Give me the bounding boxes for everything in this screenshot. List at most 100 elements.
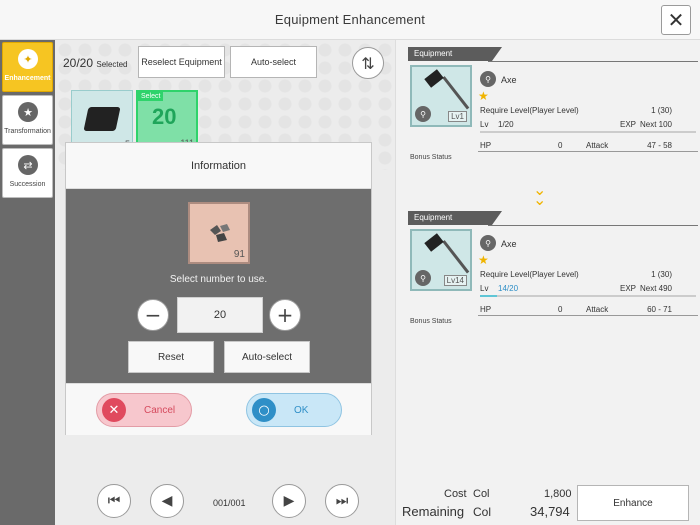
bonus-status-label: Bonus Status	[410, 318, 452, 325]
require-level-value: 1 (30)	[651, 106, 672, 115]
ok-icon: ○	[252, 398, 276, 422]
dialog-auto-select-button[interactable]: Auto-select	[224, 341, 310, 373]
item-glyph: 20	[152, 104, 177, 129]
material-icon	[83, 107, 121, 131]
last-page-icon: ⏭	[335, 493, 349, 509]
stat-divider	[478, 315, 698, 316]
sidebar-tab-enhancement[interactable]: ✦ Enhancement	[2, 42, 53, 92]
next-exp: Next 490	[639, 284, 672, 293]
auto-select-button[interactable]: Auto-select	[230, 46, 317, 78]
next-exp: Next 100	[639, 120, 672, 129]
dialog-body: 91 Select number to use. − 20 + Reset Au…	[66, 189, 371, 383]
close-icon: ✕	[667, 8, 685, 32]
attack-label: Attack	[586, 141, 609, 150]
sidebar-tab-transformation[interactable]: ★ Transformation	[2, 95, 53, 145]
cancel-icon: ✕	[102, 398, 126, 422]
exp-bar-fill	[480, 295, 498, 297]
stat-divider	[478, 151, 698, 152]
equipment-icon: ⚲ Lv1	[410, 65, 472, 127]
star-icon: ★	[478, 89, 489, 103]
remaining-currency: Col	[473, 505, 492, 519]
selected-count-value: 20/20	[63, 56, 94, 70]
plus-icon: +	[276, 303, 294, 327]
exp-label: EXP	[620, 120, 637, 129]
previous-page-button[interactable]: ◀	[150, 484, 184, 518]
exp-bar	[480, 131, 696, 133]
attack-value: 47 - 58	[647, 141, 672, 150]
cancel-button[interactable]: ✕ Cancel	[96, 393, 192, 427]
require-level-value: 1 (30)	[651, 270, 672, 279]
window-title: Equipment Enhancement	[274, 12, 426, 27]
chevron-down-icon: ⌄ ⌄	[533, 180, 547, 209]
reselect-equipment-button[interactable]: Reselect Equipment	[138, 46, 225, 78]
lv-value: 14/20	[498, 284, 519, 293]
level-badge: Lv14	[443, 275, 467, 286]
dialog-footer: ✕ Cancel ○ OK	[66, 383, 371, 435]
weapon-type-icon: ⚲	[480, 71, 496, 87]
first-page-button[interactable]: ⏮	[97, 484, 131, 518]
hp-value: 0	[558, 305, 563, 314]
equipment-name: Axe	[501, 239, 517, 249]
succession-icon: ⇄	[18, 155, 38, 175]
ok-label: OK	[294, 404, 309, 416]
last-page-button[interactable]: ⏭	[325, 484, 359, 518]
equipment-after: Equipment ⚲ Lv14 ⚲ Axe ★ Require Level(P…	[408, 211, 698, 326]
title-bar: Equipment Enhancement ✕	[0, 0, 700, 40]
lv-label: Lv	[480, 284, 489, 293]
sidebar: ✦ Enhancement ★ Transformation ⇄ Success…	[0, 40, 55, 525]
exp-bar	[480, 295, 696, 297]
select-tag: Select	[138, 92, 164, 101]
sidebar-tab-succession[interactable]: ⇄ Succession	[2, 148, 53, 198]
cost-currency: Col	[473, 488, 490, 500]
star-icon: ★	[478, 253, 489, 267]
close-button[interactable]: ✕	[661, 5, 691, 35]
require-level-label: Require Level(Player Level)	[480, 270, 579, 279]
equipment-icon: ⚲ Lv14	[410, 229, 472, 291]
transform-icon: ★	[18, 102, 38, 122]
cost-label: Cost	[444, 488, 467, 500]
dialog-title: Information	[190, 160, 247, 172]
equipment-tag: Equipment	[408, 47, 502, 61]
level-badge: Lv1	[448, 111, 467, 122]
first-page-icon: ⏮	[107, 493, 121, 509]
hp-label: HP	[480, 141, 492, 150]
axe-handle	[442, 240, 470, 274]
quantity-field[interactable]: 20	[177, 297, 263, 333]
weapon-type-icon: ⚲	[415, 106, 431, 122]
axe-handle	[442, 76, 470, 110]
dialog-hint: Select number to use.	[169, 274, 268, 285]
material-count: 91	[233, 249, 245, 260]
hp-value: 0	[558, 141, 563, 150]
weapon-type-icon: ⚲	[480, 235, 496, 251]
next-page-button[interactable]: ▶	[272, 484, 306, 518]
divider	[488, 61, 698, 62]
equipment-tag: Equipment	[408, 211, 502, 225]
reset-button[interactable]: Reset	[128, 341, 214, 373]
equipment-name: Axe	[501, 75, 517, 85]
hp-label: HP	[480, 305, 492, 314]
selected-count-label: Selected	[96, 60, 128, 69]
page-indicator: 001/001	[213, 498, 246, 508]
attack-value: 60 - 71	[647, 305, 672, 314]
attack-label: Attack	[586, 305, 609, 314]
cancel-label: Cancel	[144, 404, 176, 416]
enhance-button[interactable]: Enhance	[577, 485, 689, 521]
minus-icon: −	[144, 303, 162, 327]
axe-icon	[424, 233, 444, 252]
selected-count: 20/20 Selected	[63, 56, 128, 70]
ok-button[interactable]: ○ OK	[246, 393, 342, 427]
divider	[488, 225, 698, 226]
lv-value: 1/20	[498, 120, 514, 129]
enhance-icon: ✦	[18, 49, 38, 69]
increment-button[interactable]: +	[269, 299, 301, 331]
sort-button[interactable]: ⇅	[352, 47, 384, 79]
ore-icon	[210, 224, 230, 242]
cost-value: 1,800	[544, 488, 572, 500]
next-icon: ▶	[283, 493, 295, 509]
require-level-label: Require Level(Player Level)	[480, 106, 579, 115]
remaining-label: Remaining	[402, 504, 465, 519]
previous-icon: ◀	[161, 493, 173, 509]
sort-icon: ⇅	[361, 53, 375, 73]
decrement-button[interactable]: −	[137, 299, 169, 331]
information-dialog: Information 91 Select number to use. − 2…	[65, 142, 372, 435]
